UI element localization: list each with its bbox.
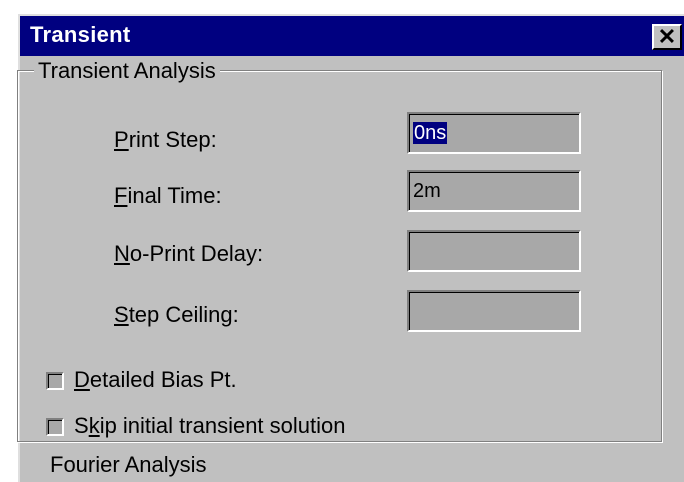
no-print-delay-label-rest: o-Print Delay: [129,241,264,266]
close-icon: ✕ [657,24,677,49]
skip-initial-mnemonic: k [88,413,100,438]
fourier-analysis-group-title: Fourier Analysis [50,452,207,477]
close-button[interactable]: ✕ [652,24,682,50]
step-ceiling-input[interactable] [407,290,581,332]
detailed-bias-label[interactable]: Detailed Bias Pt. [74,367,237,393]
print-step-value: 0ns [413,122,448,144]
final-time-label: Final Time: [114,183,222,209]
no-print-delay-label: No-Print Delay: [114,241,263,267]
skip-initial-label-rest: ip initial transient solution [99,413,346,438]
final-time-label-rest: inal Time: [127,183,222,208]
step-ceiling-label: Step Ceiling: [114,302,239,328]
group-title: Transient Analysis [34,58,220,84]
no-print-delay-input[interactable] [407,230,581,272]
final-time-mnemonic: F [114,183,128,208]
no-print-delay-mnemonic: N [114,241,130,266]
skip-initial-label-pre: S [74,413,89,438]
title-bar[interactable]: Transient ✕ [20,16,684,56]
final-time-value: 2m [413,180,441,202]
print-step-input[interactable]: 0ns [407,112,581,154]
window-title: Transient [30,22,131,47]
print-step-label-rest: rint Step: [128,127,217,152]
print-step-mnemonic: P [114,127,129,152]
print-step-label: Print Step: [114,127,217,153]
detailed-bias-label-rest: etailed Bias Pt. [89,367,237,392]
step-ceiling-mnemonic: S [114,302,129,327]
skip-initial-checkbox[interactable] [46,418,64,436]
detailed-bias-checkbox[interactable] [46,372,64,390]
final-time-input[interactable]: 2m [407,170,581,212]
skip-initial-label[interactable]: Skip initial transient solution [74,413,346,439]
step-ceiling-label-rest: tep Ceiling: [128,302,239,327]
detailed-bias-mnemonic: D [74,367,90,392]
